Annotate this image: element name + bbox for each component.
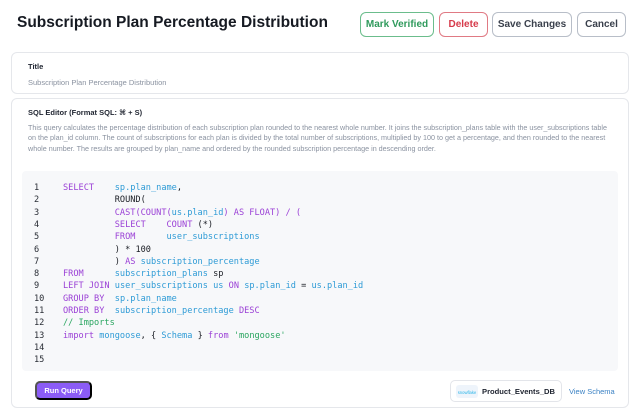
page-header: Subscription Plan Percentage Distributio… — [0, 0, 640, 50]
mark-verified-button[interactable]: Mark Verified — [360, 12, 434, 37]
line-number: 14 — [34, 342, 45, 353]
code-line[interactable]: 7 ) AS subscription_percentage — [22, 257, 618, 269]
title-input[interactable]: Subscription Plan Percentage Distributio… — [28, 78, 166, 87]
line-number: 8 — [34, 269, 40, 280]
database-name: Product_Events_DB — [482, 387, 556, 396]
delete-button[interactable]: Delete — [439, 12, 488, 37]
line-number: 15 — [34, 355, 45, 366]
line-number: 1 — [34, 183, 40, 193]
code-line[interactable]: 13 import mongoose, { Schema } from 'mong… — [22, 331, 618, 343]
code-line[interactable]: 5 FROM user_subscriptions — [22, 232, 618, 244]
title-section: Title Subscription Plan Percentage Distr… — [11, 52, 629, 94]
code-text: SELECT COUNT (*) — [114, 219, 214, 230]
line-number: 5 — [34, 232, 40, 243]
code-line[interactable]: 2 ROUND( — [22, 195, 618, 207]
cancel-button[interactable]: Cancel — [577, 12, 626, 37]
code-text: LEFT JOIN user_subscriptions us ON sp.pl… — [63, 281, 364, 292]
snowflake-logo-text: snowflake — [458, 390, 476, 395]
code-text: CAST(COUNT(us.plan_id) AS FLOAT) / ( — [114, 207, 302, 218]
database-selector[interactable]: snowflake Product_Events_DB — [450, 380, 562, 402]
line-number: 13 — [34, 330, 45, 341]
query-description[interactable]: This query calculates the percentage dis… — [28, 123, 612, 154]
line-number: 10 — [34, 293, 45, 304]
line-number: 11 — [34, 306, 45, 316]
code-text: FROM subscription_plans sp — [63, 269, 224, 280]
code-text: SELECT sp.plan_name, — [63, 183, 183, 193]
code-line[interactable]: 14 — [22, 343, 618, 355]
code-line[interactable]: 8 FROM subscription_plans sp — [22, 269, 618, 281]
code-line[interactable]: 9 LEFT JOIN user_subscriptions us ON sp.p… — [22, 281, 618, 293]
line-number: 2 — [34, 195, 40, 206]
title-label: Title — [28, 62, 44, 71]
code-line[interactable]: 11 ORDER BY subscription_percentage DESC — [22, 306, 618, 318]
code-text: // Imports — [63, 318, 115, 329]
sql-editor-section: SQL Editor (Format SQL: ⌘ + S) This quer… — [11, 98, 629, 408]
run-query-button[interactable]: Run Query — [35, 381, 92, 400]
snowflake-logo-icon: snowflake — [456, 385, 478, 398]
line-number: 12 — [34, 318, 45, 329]
sql-editor-label: SQL Editor (Format SQL: ⌘ + S) — [28, 108, 143, 117]
save-changes-button[interactable]: Save Changes — [492, 12, 572, 37]
line-number: 4 — [34, 219, 40, 230]
code-text: ) AS subscription_percentage — [63, 256, 260, 267]
line-number: 7 — [34, 256, 40, 267]
code-text: ROUND( — [63, 195, 146, 206]
code-line[interactable]: 6 ) * 100 — [22, 245, 618, 257]
code-line[interactable]: 10 GROUP BY sp.plan_name — [22, 294, 618, 306]
view-schema-link[interactable]: View Schema — [569, 387, 615, 396]
code-text: GROUP BY sp.plan_name — [63, 293, 177, 304]
code-line[interactable]: 1 SELECT sp.plan_name, — [22, 183, 618, 195]
line-number: 6 — [34, 244, 40, 255]
code-text: ) * 100 — [63, 244, 151, 255]
code-text: import mongoose, { Schema } from 'mongoo… — [63, 330, 286, 341]
code-line[interactable]: 3 CAST(COUNT(us.plan_id) AS FLOAT) / ( — [22, 208, 618, 220]
line-number: 3 — [34, 207, 40, 218]
code-text: FROM user_subscriptions — [114, 232, 260, 243]
code-line[interactable]: 15 — [22, 355, 618, 367]
line-number: 9 — [34, 281, 40, 292]
code-text: ORDER BY subscription_percentage DESC — [63, 306, 260, 316]
code-line[interactable]: 12 // Imports — [22, 318, 618, 330]
code-line[interactable]: 4 SELECT COUNT (*) — [22, 220, 618, 232]
sql-code-editor[interactable]: 1 SELECT sp.plan_name, 2 ROUND(3 CAST(COUN… — [22, 171, 618, 371]
page-title: Subscription Plan Percentage Distributio… — [17, 14, 328, 31]
